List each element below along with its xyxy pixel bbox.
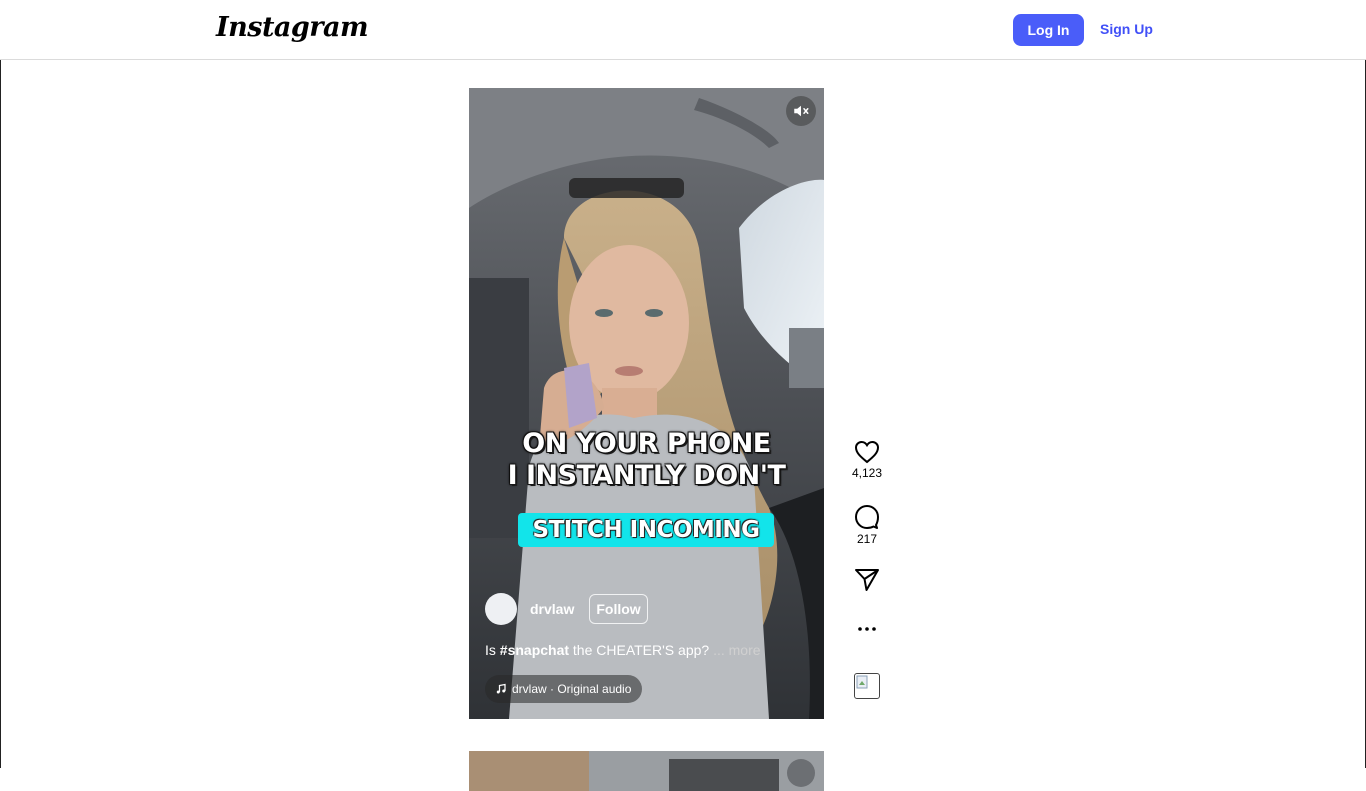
like-count: 4,123 — [851, 466, 883, 480]
instagram-logo[interactable]: Instagram — [216, 12, 369, 43]
author-row: drvlaw Follow — [485, 593, 648, 625]
next-reel-video[interactable] — [469, 751, 824, 791]
audio-label: drvlaw · Original audio — [512, 682, 632, 696]
more-link[interactable]: ... more — [713, 642, 760, 658]
next-video-frame-image — [469, 751, 824, 791]
signup-link[interactable]: Sign Up — [1100, 21, 1153, 37]
author-name[interactable]: drvlaw — [530, 601, 574, 617]
music-note-icon — [496, 683, 506, 694]
broken-image-icon — [856, 675, 868, 689]
top-navigation: Instagram Log In Sign Up — [0, 0, 1366, 60]
like-action: 4,123 — [845, 440, 889, 480]
mute-toggle-button[interactable] — [786, 96, 816, 126]
follow-button[interactable]: Follow — [589, 594, 648, 624]
description-suffix: the CHEATER'S app? — [569, 642, 710, 658]
more-options-icon[interactable] — [855, 624, 879, 634]
comment-icon[interactable] — [854, 504, 880, 530]
more-options-action — [845, 624, 889, 634]
audio-pill[interactable]: drvlaw · Original audio — [485, 675, 643, 703]
send-icon[interactable] — [854, 568, 880, 592]
heart-icon[interactable] — [854, 440, 880, 464]
speaker-muted-icon — [794, 105, 809, 117]
audio-thumbnail[interactable] — [854, 673, 880, 699]
comment-action: 217 — [845, 504, 889, 546]
overlay-stitch-banner: STITCH INCOMING — [518, 513, 774, 547]
description-prefix: Is — [485, 642, 500, 658]
author-avatar[interactable] — [485, 593, 517, 625]
share-action — [845, 568, 889, 592]
reel-video[interactable]: ON YOUR PHONE I INSTANTLY DON'T STITCH I… — [469, 88, 824, 719]
reel-description: Is #snapchat the CHEATER'S app? ... more — [485, 642, 761, 658]
hashtag-link[interactable]: #snapchat — [500, 642, 569, 658]
login-button[interactable]: Log In — [1013, 14, 1084, 46]
overlay-text-line-2: I INSTANTLY DON'T — [507, 460, 786, 491]
comment-count: 217 — [856, 532, 878, 546]
overlay-text-line-1: ON YOUR PHONE — [522, 428, 771, 459]
